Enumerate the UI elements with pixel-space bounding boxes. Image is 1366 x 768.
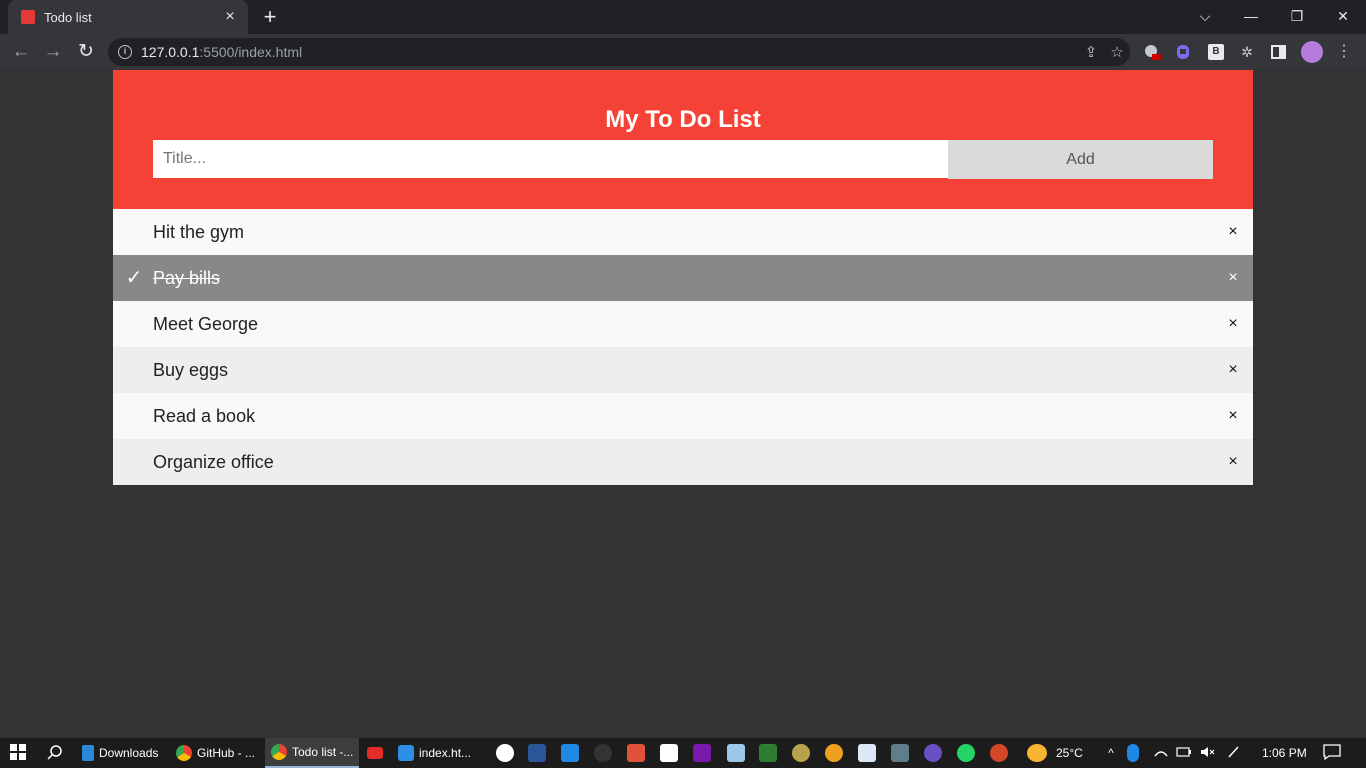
todo-item[interactable]: Read a book × bbox=[113, 393, 1253, 439]
todo-item-text: Meet George bbox=[153, 314, 259, 334]
site-info-icon[interactable]: i bbox=[118, 45, 132, 59]
windows-start-icon[interactable] bbox=[9, 744, 27, 762]
volume-muted-icon[interactable] bbox=[1198, 744, 1216, 762]
chrome-icon bbox=[271, 744, 287, 760]
app-icon[interactable] bbox=[924, 744, 942, 762]
notepad-icon[interactable] bbox=[727, 744, 745, 762]
todo-title-input[interactable] bbox=[153, 140, 948, 178]
side-panel-icon[interactable] bbox=[1269, 42, 1289, 62]
back-button[interactable]: ← bbox=[9, 40, 33, 64]
bookmark-star-icon[interactable]: ☆ bbox=[1104, 43, 1130, 61]
app-icon[interactable] bbox=[792, 744, 810, 762]
checkmark-icon: ✓ bbox=[125, 267, 143, 289]
clock-time[interactable]: 1:06 PM bbox=[1262, 738, 1307, 768]
search-icon[interactable] bbox=[46, 744, 64, 762]
weather-temperature[interactable]: 25°C bbox=[1056, 738, 1083, 768]
todo-header: My To Do List Add bbox=[113, 70, 1253, 209]
todo-item[interactable]: Meet George × bbox=[113, 301, 1253, 347]
todo-item-text: Pay bills bbox=[153, 268, 221, 288]
todo-item-text: Hit the gym bbox=[153, 222, 245, 242]
app-icon[interactable] bbox=[858, 744, 876, 762]
delete-item-icon[interactable]: × bbox=[1227, 255, 1239, 301]
todo-item[interactable]: Hit the gym × bbox=[113, 209, 1253, 255]
onenote-icon[interactable] bbox=[693, 744, 711, 762]
reload-button[interactable]: ↻ bbox=[74, 40, 98, 64]
extensions-puzzle-icon[interactable]: ✲ bbox=[1237, 42, 1257, 62]
app-icon[interactable] bbox=[759, 744, 777, 762]
taskbar-app-downloads[interactable]: Downloads bbox=[76, 738, 164, 768]
delete-item-icon[interactable]: × bbox=[1227, 301, 1239, 347]
mastodon-extension-icon[interactable] bbox=[1173, 42, 1193, 62]
weather-icon[interactable] bbox=[1027, 744, 1047, 762]
todo-list: Hit the gym × ✓ Pay bills × Meet George … bbox=[113, 209, 1253, 485]
browser-tab[interactable]: Todo list × bbox=[8, 0, 248, 34]
taskbar-app-label: GitHub - ... bbox=[197, 746, 256, 760]
app-icon[interactable] bbox=[627, 744, 645, 762]
app-icon[interactable] bbox=[891, 744, 909, 762]
delete-item-icon[interactable]: × bbox=[1227, 209, 1239, 255]
powerpoint-icon[interactable] bbox=[990, 744, 1008, 762]
url-text[interactable]: 127.0.0.1:5500/index.html bbox=[141, 44, 1078, 60]
tab-title: Todo list bbox=[44, 9, 92, 25]
profile-avatar[interactable] bbox=[1301, 41, 1323, 63]
add-button[interactable]: Add bbox=[948, 140, 1213, 179]
extension-b-icon[interactable]: B bbox=[1208, 44, 1224, 60]
todo-item-text: Buy eggs bbox=[153, 360, 229, 380]
word-icon[interactable] bbox=[528, 744, 546, 762]
app-icon[interactable] bbox=[496, 744, 514, 762]
taskbar-app-todo[interactable]: Todo list -... bbox=[265, 738, 359, 768]
app-icon[interactable] bbox=[825, 744, 843, 762]
notification-icon[interactable] bbox=[1323, 744, 1341, 762]
minimize-button[interactable]: — bbox=[1228, 0, 1274, 34]
taskbar-app-label: index.ht... bbox=[419, 746, 472, 760]
whatsapp-icon[interactable] bbox=[957, 744, 975, 762]
browser-toolbar: ← → ↻ i 127.0.0.1:5500/index.html ⇪ ☆ B … bbox=[0, 34, 1366, 70]
browser-tab-bar: Todo list × + ⌵ — ❐ ✕ bbox=[0, 0, 1366, 34]
forward-button[interactable]: → bbox=[41, 40, 65, 64]
bluetooth-icon[interactable] bbox=[1127, 744, 1139, 762]
windows-taskbar: Downloads GitHub - ... Todo list -... in… bbox=[0, 738, 1366, 768]
chevron-up-icon[interactable]: ^ bbox=[1102, 744, 1120, 762]
todo-item[interactable]: Organize office × bbox=[113, 439, 1253, 485]
download-icon bbox=[82, 745, 94, 761]
todo-item-text: Organize office bbox=[153, 452, 274, 472]
address-bar[interactable]: i 127.0.0.1:5500/index.html ⇪ ☆ bbox=[108, 38, 1130, 66]
page-title: My To Do List bbox=[605, 106, 761, 133]
app-icon[interactable] bbox=[561, 744, 579, 762]
new-tab-button[interactable]: + bbox=[258, 5, 282, 29]
todo-favicon-icon bbox=[21, 10, 35, 24]
taskbar-app-label: Todo list -... bbox=[292, 745, 354, 759]
browser-menu-icon[interactable]: ⋮ bbox=[1336, 40, 1352, 64]
tab-search-icon[interactable]: ⌵ bbox=[1182, 0, 1228, 34]
delete-item-icon[interactable]: × bbox=[1227, 439, 1239, 485]
pen-icon[interactable] bbox=[1225, 744, 1243, 762]
restore-button[interactable]: ❐ bbox=[1274, 0, 1320, 34]
share-icon[interactable]: ⇪ bbox=[1078, 43, 1104, 61]
taskbar-app-github[interactable]: GitHub - ... bbox=[170, 738, 262, 768]
extension-icon[interactable] bbox=[1142, 42, 1162, 62]
close-window-button[interactable]: ✕ bbox=[1320, 0, 1366, 34]
vscode-icon bbox=[398, 745, 414, 761]
app-icon[interactable] bbox=[594, 744, 612, 762]
todo-item-text: Read a book bbox=[153, 406, 256, 426]
chrome-icon bbox=[176, 745, 192, 761]
tab-close-icon[interactable]: × bbox=[220, 7, 240, 27]
delete-item-icon[interactable]: × bbox=[1227, 393, 1239, 439]
todo-app: My To Do List Add Hit the gym × ✓ Pay bi… bbox=[113, 70, 1253, 485]
todo-item-checked[interactable]: ✓ Pay bills × bbox=[113, 255, 1253, 301]
youtube-icon[interactable] bbox=[367, 747, 383, 759]
wifi-icon[interactable] bbox=[1152, 744, 1170, 762]
taskbar-app-vscode[interactable]: index.ht... bbox=[392, 738, 482, 768]
taskbar-app-label: Downloads bbox=[99, 746, 159, 760]
notion-icon[interactable] bbox=[660, 744, 678, 762]
todo-item[interactable]: Buy eggs × bbox=[113, 347, 1253, 393]
battery-icon[interactable] bbox=[1175, 744, 1193, 762]
url-host: 127.0.0.1 bbox=[141, 44, 200, 60]
url-path: :5500/index.html bbox=[199, 44, 303, 60]
delete-item-icon[interactable]: × bbox=[1227, 347, 1239, 393]
